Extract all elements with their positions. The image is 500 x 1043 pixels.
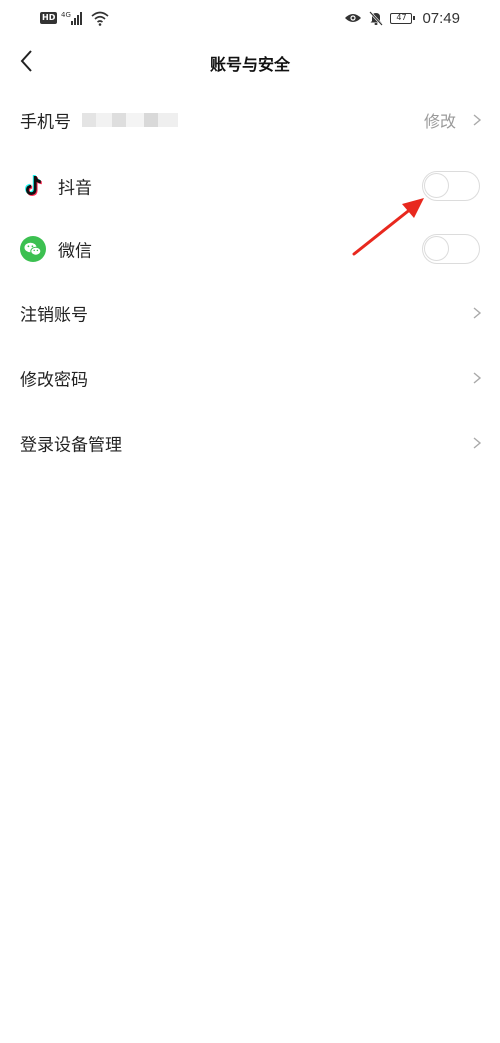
svg-text:4G: 4G xyxy=(61,11,71,19)
status-bar-right: 47 07:49 xyxy=(344,8,460,28)
status-bar-left: HD 4G xyxy=(40,8,109,28)
battery-level: 47 xyxy=(396,12,407,22)
status-bar: HD 4G 47 07:49 xyxy=(0,0,500,36)
chevron-right-icon xyxy=(473,114,482,126)
wechat-icon xyxy=(20,236,46,262)
phone-row[interactable]: 手机号 修改 xyxy=(0,92,500,148)
wechat-toggle[interactable] xyxy=(422,234,480,264)
wifi-icon xyxy=(91,11,109,26)
annotation-arrow-icon xyxy=(352,198,424,256)
chevron-right-icon xyxy=(473,372,482,384)
modify-phone-link[interactable]: 修改 xyxy=(424,108,456,132)
device-management-row[interactable]: 登录设备管理 xyxy=(0,415,500,471)
status-time: 07:49 xyxy=(422,9,460,27)
eye-icon xyxy=(345,14,362,22)
header: 账号与安全 xyxy=(0,36,500,90)
wechat-label: 微信 xyxy=(58,241,92,262)
phone-label: 手机号 xyxy=(20,112,71,133)
douyin-label: 抖音 xyxy=(58,178,92,199)
cancel-account-label: 注销账号 xyxy=(20,305,88,326)
page-title: 账号与安全 xyxy=(209,55,290,74)
mute-bell-icon xyxy=(369,11,384,26)
chevron-right-icon xyxy=(473,437,482,449)
douyin-toggle[interactable] xyxy=(422,171,480,201)
hd-icon: HD xyxy=(40,12,58,24)
chevron-right-icon xyxy=(473,307,482,319)
change-password-row[interactable]: 修改密码 xyxy=(0,350,500,406)
signal-icon: 4G xyxy=(61,11,83,25)
device-management-label: 登录设备管理 xyxy=(20,435,122,456)
cancel-account-row[interactable]: 注销账号 xyxy=(0,285,500,341)
douyin-icon xyxy=(24,175,42,196)
battery-icon: 47 xyxy=(390,12,416,24)
change-password-label: 修改密码 xyxy=(20,370,88,391)
masked-phone-number xyxy=(82,113,178,127)
